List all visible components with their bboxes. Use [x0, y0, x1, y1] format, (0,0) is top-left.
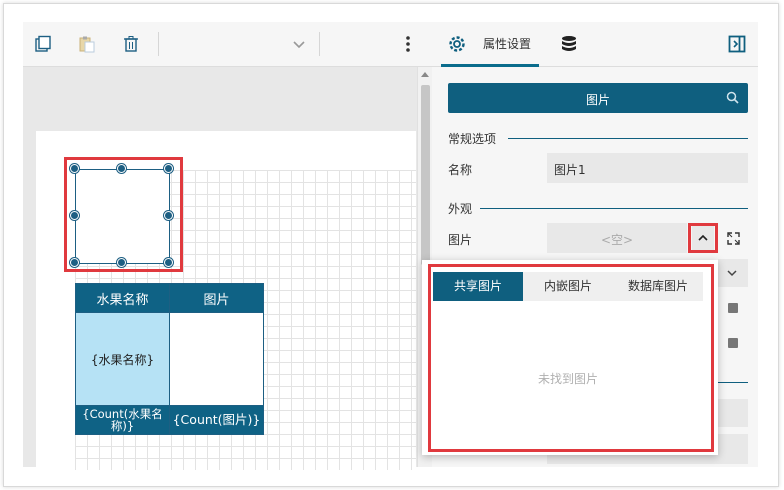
- image-label: 图片: [448, 233, 473, 247]
- checkbox[interactable]: [728, 338, 738, 348]
- panel-toggle-icon[interactable]: [727, 34, 747, 54]
- toolbar: 属性设置: [23, 22, 758, 67]
- expand-icon[interactable]: [722, 226, 744, 250]
- table-cell[interactable]: [169, 312, 264, 406]
- toolbar-divider: [158, 32, 159, 56]
- search-label: 图片: [585, 93, 610, 107]
- table-header-cell[interactable]: 水果名称: [75, 283, 170, 313]
- name-field[interactable]: 图片1: [547, 153, 748, 183]
- table-cell[interactable]: {水果名称}: [75, 312, 170, 406]
- delete-icon[interactable]: [121, 34, 141, 54]
- table-header-cell[interactable]: 图片: [169, 283, 264, 313]
- highlight-box-expand: [688, 223, 718, 253]
- divider: [480, 208, 748, 209]
- chevron-down-icon: [727, 270, 737, 277]
- database-icon[interactable]: [559, 34, 579, 54]
- property-search[interactable]: 图片: [448, 83, 748, 113]
- highlight-box-image: [64, 157, 183, 272]
- report-table[interactable]: 水果名称 图片 {水果名称} {Count(水果名称)} {Count(图片)}: [75, 283, 264, 435]
- copy-icon[interactable]: [33, 34, 53, 54]
- tab-properties[interactable]: 属性设置: [483, 35, 531, 52]
- table-footer-cell[interactable]: {Count(水果名称)}: [75, 405, 170, 435]
- checkbox[interactable]: [728, 303, 738, 313]
- select-field[interactable]: [718, 259, 748, 287]
- name-label: 名称: [448, 163, 473, 177]
- scroll-thumb[interactable]: [421, 85, 430, 265]
- table-footer-cell[interactable]: {Count(图片)}: [169, 405, 264, 435]
- paste-icon[interactable]: [77, 34, 97, 54]
- section-title-appearance: 外观: [448, 202, 473, 216]
- more-vertical-icon[interactable]: [398, 34, 418, 54]
- chevron-down-icon[interactable]: [289, 34, 309, 54]
- toolbar-divider: [319, 32, 320, 56]
- search-icon[interactable]: [726, 91, 739, 107]
- divider: [508, 138, 748, 139]
- scroll-up-icon[interactable]: [421, 72, 429, 77]
- field[interactable]: [718, 399, 748, 427]
- divider: [718, 382, 748, 383]
- gear-icon[interactable]: [447, 34, 467, 54]
- highlight-box-dropdown: [428, 264, 714, 452]
- section-title-general: 常规选项: [448, 132, 497, 146]
- image-select[interactable]: <空>: [547, 223, 687, 253]
